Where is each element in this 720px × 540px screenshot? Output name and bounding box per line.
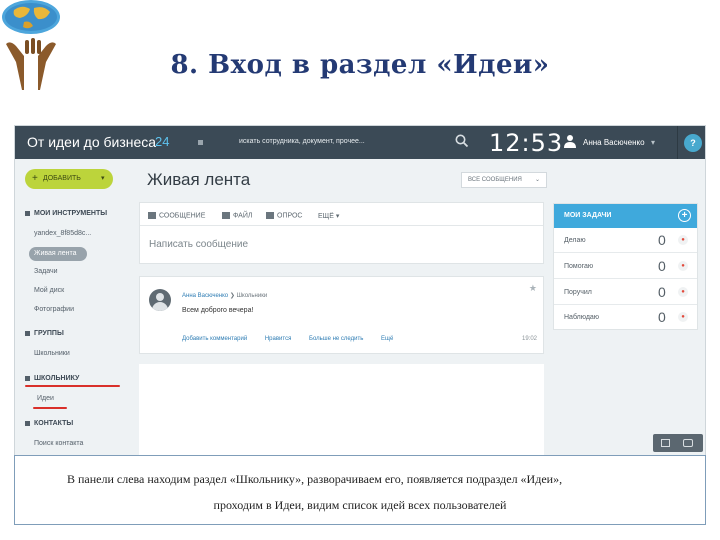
divider	[677, 126, 678, 159]
sidebar-item-tasks[interactable]: Задачи	[34, 268, 58, 275]
message-input[interactable]: Написать сообщение	[149, 239, 248, 250]
red-underline-ideas	[33, 407, 67, 409]
user-icon[interactable]	[563, 134, 577, 148]
red-underline-for-school	[25, 385, 120, 387]
chevron-down-icon[interactable]: ▾	[651, 138, 655, 147]
message-icon	[148, 212, 156, 219]
search-icon[interactable]	[455, 134, 469, 148]
task-label: Поручил	[564, 289, 592, 296]
caption-box: В панели слева находим раздел «Школьнику…	[14, 455, 706, 525]
slide-title: 8. Вход в раздел «Идеи»	[170, 50, 550, 80]
sidebar-section-label: КОНТАКТЫ	[34, 420, 74, 427]
sidebar-item-schoolchildren[interactable]: Школьники	[34, 350, 70, 357]
tab-label: ОПРОС	[277, 212, 303, 220]
compose-box: СООБЩЕНИЕ ФАЙЛ ОПРОС ЕЩЁ ▾ Написать сооб…	[139, 202, 544, 264]
section-icon	[25, 375, 30, 381]
sidebar-section-groups[interactable]: ГРУППЫ	[25, 330, 64, 337]
unfollow-link[interactable]: Больше не следить	[309, 336, 363, 342]
chat-icon[interactable]	[683, 439, 693, 447]
divider	[140, 225, 543, 226]
post-destination[interactable]: Школьники	[237, 293, 268, 299]
menu-square-icon[interactable]	[198, 140, 203, 145]
app-title[interactable]: От идеи до бизнеса	[27, 134, 156, 150]
arrow-icon: ❯	[229, 293, 237, 299]
help-button[interactable]: ?	[684, 134, 702, 152]
tab-label: СООБЩЕНИЕ	[159, 212, 206, 220]
status-badge: ●	[678, 261, 688, 271]
task-label: Делаю	[564, 237, 586, 244]
top-bar: От идеи до бизнеса 24 искать сотрудника,…	[15, 126, 705, 159]
task-row[interactable]: Наблюдаю 0 ●	[554, 305, 697, 330]
page-title: Живая лента	[147, 170, 251, 189]
task-row[interactable]: Помогаю 0 ●	[554, 254, 697, 279]
add-button[interactable]: + ДОБАВИТЬ ▾	[25, 169, 113, 189]
notification-count[interactable]: 24	[155, 134, 169, 149]
sidebar-section-for-school[interactable]: ШКОЛЬНИКУ	[25, 375, 79, 382]
bottom-toolbar	[653, 434, 703, 452]
star-icon[interactable]: ★	[529, 283, 537, 294]
tasks-widget-title: МОИ ЗАДАЧИ +	[554, 204, 697, 228]
search-input[interactable]: искать сотрудника, документ, прочее...	[239, 138, 365, 145]
add-button-label: ДОБАВИТЬ	[43, 175, 81, 182]
avatar[interactable]	[149, 289, 171, 311]
tab-more[interactable]: ЕЩЁ ▾	[318, 212, 339, 220]
tab-file[interactable]: ФАЙЛ	[222, 212, 252, 219]
status-badge: ●	[678, 312, 688, 322]
status-badge: ●	[678, 235, 688, 245]
sidebar-section-label: ГРУППЫ	[34, 330, 64, 337]
task-label: Наблюдаю	[564, 314, 600, 321]
user-name[interactable]: Анна Васюченко	[583, 138, 645, 147]
sidebar-item-contact-search[interactable]: Поиск контакта	[34, 440, 83, 447]
tasks-title: МОИ ЗАДАЧИ	[564, 212, 612, 219]
status-badge: ●	[678, 287, 688, 297]
clock[interactable]: 12:53	[489, 129, 563, 157]
poll-icon	[266, 212, 274, 219]
file-icon	[222, 212, 230, 219]
section-icon	[25, 330, 30, 336]
add-comment-link[interactable]: Добавить комментарий	[182, 336, 247, 342]
add-task-icon[interactable]: +	[678, 209, 691, 222]
sidebar-section-label: ШКОЛЬНИКУ	[34, 375, 80, 382]
task-count: 0	[658, 232, 666, 248]
more-link[interactable]: Ещё	[381, 336, 393, 342]
slide: 8. Вход в раздел «Идеи» От идеи до бизне…	[0, 0, 720, 540]
calendar-icon[interactable]	[661, 439, 670, 447]
caption-line-1: В панели слева находим раздел «Школьнику…	[67, 472, 563, 486]
sidebar-section-my-tools[interactable]: МОИ ИНСТРУМЕНТЫ	[25, 210, 107, 217]
tab-message[interactable]: СООБЩЕНИЕ	[148, 212, 205, 219]
chevron-down-icon: ⌄	[534, 177, 540, 183]
post-author-line: Анна Васюченко ❯ Школьники	[182, 292, 267, 299]
section-icon	[25, 420, 30, 426]
chevron-down-icon: ▾	[101, 175, 105, 182]
like-link[interactable]: Нравится	[265, 336, 291, 342]
sidebar-item-my-disk[interactable]: Мой диск	[34, 287, 64, 294]
task-label: Помогаю	[564, 263, 594, 270]
task-count: 0	[658, 258, 666, 274]
task-row[interactable]: Делаю 0 ●	[554, 228, 697, 253]
sidebar-item-ideas[interactable]: Идеи	[37, 395, 54, 402]
tab-poll[interactable]: ОПРОС	[266, 212, 303, 219]
tab-label: ЕЩЁ	[318, 213, 334, 220]
messages-filter-select[interactable]: ВСЕ СООБЩЕНИЯ ⌄	[461, 172, 547, 188]
post-actions: Добавить комментарий Нравится Больше не …	[182, 336, 409, 342]
tab-label: ФАЙЛ	[233, 212, 253, 220]
plus-icon: +	[32, 173, 38, 184]
post-time: 19:02	[521, 336, 537, 342]
sidebar-item-yandex[interactable]: yandex_8f85d8c...	[34, 230, 91, 237]
post-text: Всем доброго вечера!	[182, 307, 254, 314]
section-icon	[25, 210, 30, 216]
post-author[interactable]: Анна Васюченко	[182, 293, 228, 299]
sidebar-section-contacts[interactable]: КОНТАКТЫ	[25, 420, 73, 427]
tasks-widget: МОИ ЗАДАЧИ + Делаю 0 ● Помогаю 0 ● Поруч…	[553, 203, 698, 330]
task-count: 0	[658, 284, 666, 300]
sidebar-section-label: МОИ ИНСТРУМЕНТЫ	[34, 210, 108, 217]
sidebar-item-live-feed[interactable]: Живая лента	[34, 250, 77, 257]
messages-filter-label: ВСЕ СООБЩЕНИЯ	[468, 177, 522, 183]
task-row[interactable]: Поручил 0 ●	[554, 280, 697, 305]
sidebar-item-photos[interactable]: Фотографии	[34, 306, 74, 313]
task-count: 0	[658, 309, 666, 325]
feed-post: Анна Васюченко ❯ Школьники Всем доброго …	[139, 276, 544, 354]
caption-line-2: проходим в Идеи, видим список идей всех …	[213, 498, 507, 512]
